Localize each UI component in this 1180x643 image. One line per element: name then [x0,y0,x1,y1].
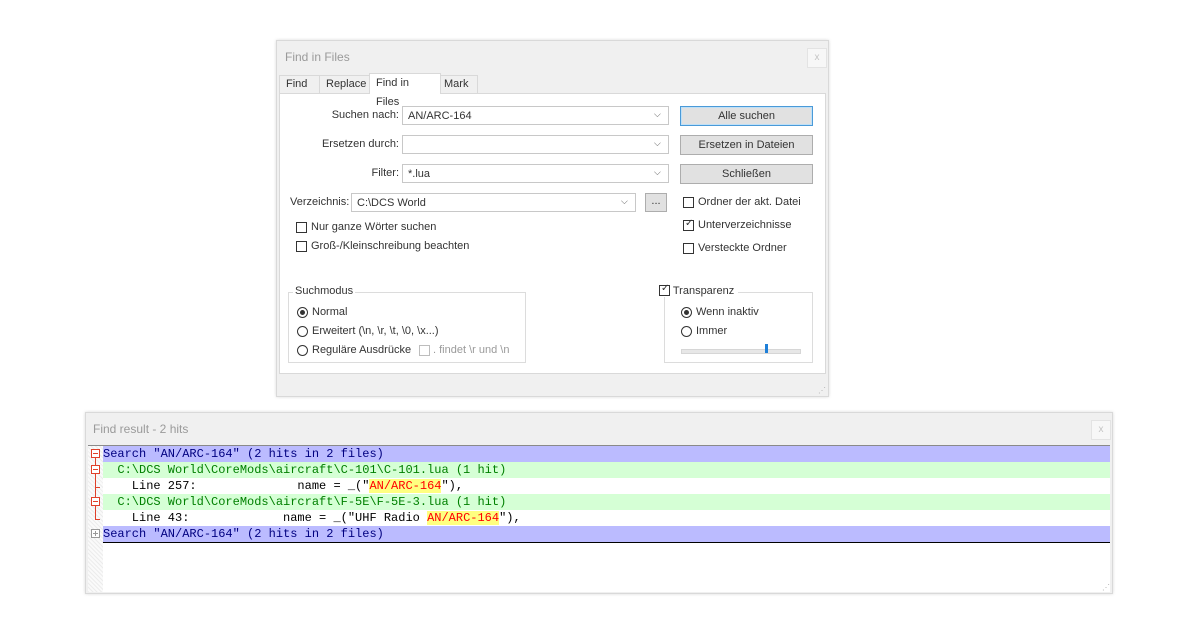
mode-extended-label: Erweitert (\n, \r, \t, \0, \x...) [312,325,439,337]
hit-match: AN/ARC-164 [427,511,500,525]
tab-replace[interactable]: Replace [319,75,376,93]
mode-normal-label: Normal [312,306,348,318]
radio-dot-icon [684,310,689,315]
find-result-panel: Find result - 2 hits x Search "AN/ARC-16… [85,412,1113,594]
dot-newline-label: . findet \r und \n [433,344,510,356]
transparency-label: Transparenz [672,285,735,297]
chevron-down-icon[interactable]: ⌵ [654,138,664,150]
mode-normal-radio[interactable] [297,307,308,318]
replace-input[interactable]: ⌵ [402,135,669,154]
find-input[interactable]: AN/ARC-164 ⌵ [402,106,669,125]
filter-input[interactable]: *.lua ⌵ [402,164,669,183]
filter-value: *.lua [408,168,431,180]
transparency-checkbox[interactable]: ✓ [659,283,670,296]
chevron-down-icon[interactable]: ⌵ [654,167,664,179]
transparency-slider-thumb[interactable] [765,344,768,353]
transparency-group: ✓ Transparenz Wenn inaktiv Immer [657,283,813,363]
transparency-slider-track[interactable] [681,349,801,354]
result-file-line[interactable]: C:\DCS World\CoreMods\aircraft\F-5E\F-5E… [103,494,1110,510]
browse-button[interactable]: ... [645,193,667,212]
hidden-folders-label: Versteckte Ordner [698,242,787,254]
trans-inactive-radio[interactable] [681,307,692,318]
checkmark-icon: ✓ [685,218,694,229]
mode-extended-radio[interactable] [297,326,308,337]
replace-label: Ersetzen durch: [321,138,399,150]
fold-line [95,474,96,487]
fold-collapse-icon[interactable] [91,465,100,474]
resize-grip-icon[interactable]: ⋰ [1102,583,1110,592]
tab-find[interactable]: Find [279,75,321,93]
hit-match: AN/ARC-164 [369,479,442,493]
trans-inactive-label: Wenn inaktiv [696,306,759,318]
hit-prefix: Line 257: name = _(" [103,479,370,493]
transparency-header: ✓ Transparenz [657,283,739,297]
fold-line [95,519,100,520]
current-dir-label: Ordner der akt. Datei [698,196,801,208]
chevron-down-icon[interactable]: ⌵ [621,196,631,208]
fold-line [95,458,96,465]
find-value: AN/ARC-164 [408,110,472,122]
result-hit-line[interactable]: Line 257: name = _("AN/ARC-164"), [103,478,1110,494]
tab-find-in-files[interactable]: Find in Files [369,73,441,108]
hit-suffix: "), [499,511,521,525]
dot-newline-checkbox[interactable] [419,345,430,356]
whole-word-label: Nur ganze Wörter suchen [311,221,437,233]
resize-grip-icon[interactable]: ⋰ [818,386,826,395]
current-dir-checkbox[interactable] [683,197,694,208]
search-header-line[interactable]: Search "AN/ARC-164" (2 hits in 2 files) [103,526,1110,543]
fold-line [95,506,96,519]
result-file-line[interactable]: C:\DCS World\CoreMods\aircraft\C-101\C-1… [103,462,1110,478]
dialog-close-button[interactable]: x [807,48,827,68]
close-button[interactable]: Schließen [680,164,813,184]
checkmark-icon: ✓ [661,283,670,294]
subfolders-label: Unterverzeichnisse [698,219,792,231]
directory-value: C:\DCS World [357,197,426,209]
find-all-button[interactable]: Alle suchen [680,106,813,126]
whole-word-checkbox[interactable] [296,222,307,233]
dialog-title: Find in Files [285,50,350,64]
match-case-checkbox[interactable] [296,241,307,252]
find-result-body: Search "AN/ARC-164" (2 hits in 2 files) … [88,445,1110,592]
match-case-label: Groß-/Kleinschreibung beachten [311,240,470,252]
radio-dot-icon [300,310,305,315]
mode-regex-label: Reguläre Ausdrücke [312,344,412,356]
search-mode-title: Suchmodus [293,285,356,297]
chevron-down-icon[interactable]: ⌵ [654,109,664,121]
replace-in-files-button[interactable]: Ersetzen in Dateien [680,135,813,155]
result-hit-line[interactable]: Line 43: name = _("UHF Radio AN/ARC-164"… [103,510,1110,526]
hit-prefix: Line 43: name = _("UHF Radio [103,511,428,525]
trans-always-label: Immer [696,325,728,337]
subfolders-checkbox[interactable]: ✓ [683,218,694,231]
mode-regex-radio[interactable] [297,345,308,356]
fold-collapse-icon[interactable] [91,497,100,506]
search-header-line[interactable]: Search "AN/ARC-164" (2 hits in 2 files) [103,446,1110,462]
directory-label: Verzeichnis: [290,196,350,208]
trans-always-radio[interactable] [681,326,692,337]
fold-expand-icon[interactable] [91,529,100,538]
fold-collapse-icon[interactable] [91,449,100,458]
fold-line [95,488,96,497]
directory-input[interactable]: C:\DCS World ⌵ [351,193,636,212]
find-result-title: Find result - 2 hits [93,422,189,436]
filter-label: Filter: [371,167,400,179]
search-mode-group: Suchmodus Normal Erweitert (\n, \r, \t, … [288,285,526,363]
hit-suffix: "), [441,479,464,493]
tab-mark[interactable]: Mark [437,75,478,93]
find-result-close-button[interactable]: x [1091,420,1111,440]
hidden-folders-checkbox[interactable] [683,243,694,254]
find-in-files-panel: Suchen nach: AN/ARC-164 ⌵ Ersetzen durch… [279,93,826,374]
find-in-files-dialog: Find in Files x Find Replace Find in Fil… [276,40,829,397]
